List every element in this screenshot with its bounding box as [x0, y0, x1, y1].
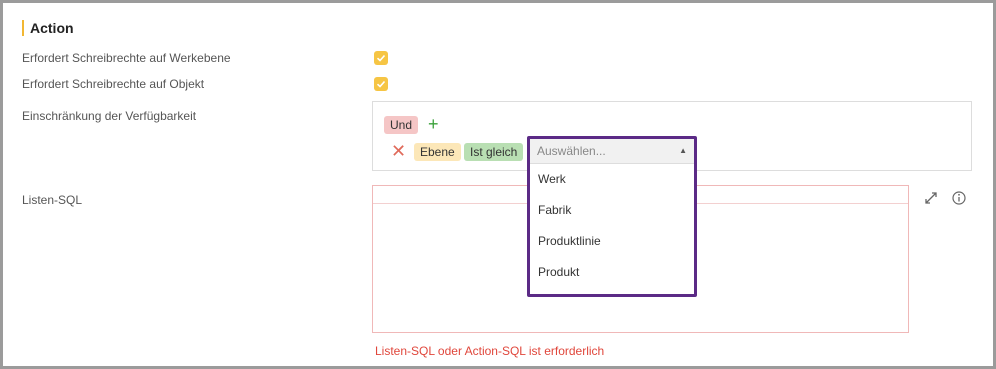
option-produkt[interactable]: Produkt: [530, 257, 694, 288]
plus-icon[interactable]: +: [428, 114, 439, 134]
checkmark-icon: [376, 80, 386, 88]
level-select-dropdown[interactable]: Auswählen... ▲ Werk Fabrik Produktlinie …: [527, 136, 697, 297]
operator-tag[interactable]: Und: [384, 116, 419, 134]
availability-label: Einschränkung der Verfügbarkeit: [22, 109, 197, 123]
option-produktlinie[interactable]: Produktlinie: [530, 226, 694, 257]
write-level-label: Erfordert Schreibrechte auf Werkebene: [22, 51, 231, 65]
section-title: Action: [22, 20, 74, 36]
close-icon[interactable]: ✕: [391, 141, 406, 161]
option-fabrik[interactable]: Fabrik: [530, 195, 694, 226]
option-werk[interactable]: Werk: [530, 164, 694, 195]
write-level-checkbox[interactable]: [374, 51, 388, 65]
caret-up-icon: ▲: [679, 146, 687, 155]
select-input[interactable]: Auswählen... ▲: [530, 139, 694, 164]
info-icon[interactable]: [951, 190, 967, 206]
list-sql-error: Listen-SQL oder Action-SQL ist erforderl…: [375, 344, 605, 358]
expand-icon[interactable]: [923, 190, 939, 206]
field-tag[interactable]: Ebene: [414, 143, 461, 161]
select-placeholder: Auswählen...: [537, 144, 606, 158]
write-object-checkbox[interactable]: [374, 77, 388, 91]
list-sql-label: Listen-SQL: [22, 193, 83, 207]
write-object-label: Erfordert Schreibrechte auf Objekt: [22, 77, 205, 91]
checkmark-icon: [376, 54, 386, 62]
comparator-tag[interactable]: Ist gleich: [464, 143, 524, 161]
